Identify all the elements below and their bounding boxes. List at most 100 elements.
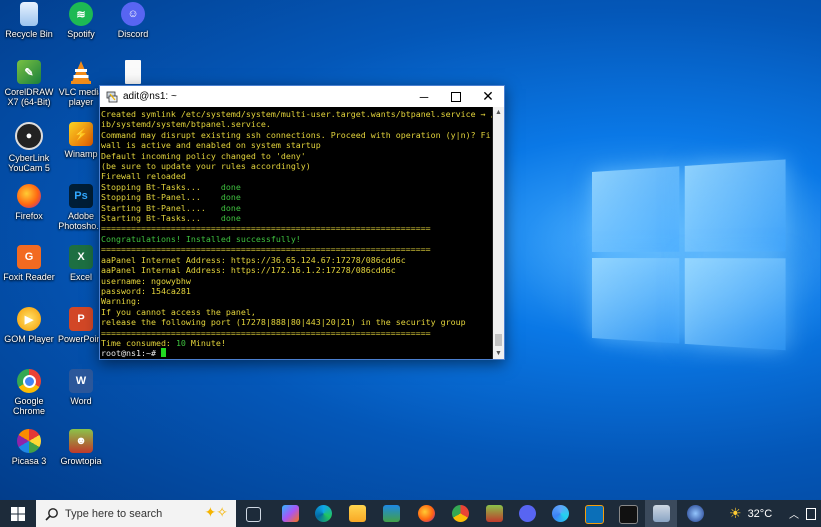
spotify-icon: ≋ [69, 2, 93, 26]
show-hidden-icons-button[interactable]: ︿ [789, 500, 799, 527]
putty-taskbar-icon [653, 505, 670, 522]
powerpoint-icon: P [69, 307, 93, 331]
chrome-icon [17, 369, 41, 393]
separator-line: ========================================… [101, 328, 492, 338]
output-line: ib/systemd/system/btpanel.service. [101, 119, 492, 129]
close-button[interactable]: ✕ [473, 86, 503, 107]
windows-logo-wallpaper [592, 159, 787, 352]
congrats-line: Congratulations! Installed successfully! [101, 234, 492, 244]
task-view-icon[interactable] [246, 507, 261, 522]
search-icon [45, 507, 59, 521]
putty-taskbar-button[interactable] [645, 500, 677, 527]
search-highlight-icon: ✦✧ [205, 504, 228, 521]
discord-taskbar-icon[interactable] [519, 505, 536, 522]
scroll-up-icon[interactable]: ▲ [493, 107, 504, 118]
time-line: Time consumed: 10 Minute! [101, 338, 492, 348]
app-taskbar-icon[interactable] [687, 505, 704, 522]
desktop-icon-growtopia[interactable]: ☻ Growtopia [53, 429, 109, 466]
taskbar: Type here to search ✦✧ ☀ 32°C ︿ [0, 500, 821, 527]
weather-temperature: 32°C [748, 508, 773, 520]
task-line: Stopping Bt-Panel... done [101, 192, 492, 202]
task-line: Stopping Bt-Tasks... done [101, 182, 492, 192]
vlc-cone-icon [69, 60, 93, 84]
output-line: (be sure to update your rules accordingl… [101, 161, 492, 171]
terminal-output[interactable]: Created symlink /etc/systemd/system/mult… [100, 107, 492, 359]
minimize-icon: ─ [420, 90, 429, 104]
desktop-icon-firefox[interactable]: Firefox [1, 184, 57, 221]
copilot-icon[interactable] [282, 505, 299, 522]
photoshop-icon: Ps [69, 184, 93, 208]
gom-player-icon: ▶ [17, 307, 41, 331]
terminal-window[interactable]: adit@ns1: ~ ─ ✕ Created symlink /etc/sys… [99, 85, 505, 360]
taskbar-search[interactable]: Type here to search ✦✧ [36, 500, 236, 527]
weather-widget[interactable]: ☀ 32°C [729, 500, 772, 527]
discord-icon: ☺ [121, 2, 145, 26]
firefox-taskbar-icon[interactable] [418, 505, 435, 522]
edge-icon[interactable] [315, 505, 332, 522]
maximize-button[interactable] [441, 86, 471, 107]
task-status: done [221, 192, 241, 202]
info-line: password: 154ca281 [101, 286, 492, 296]
foxit-icon: G [17, 245, 41, 269]
remote-desktop-icon[interactable] [585, 505, 604, 524]
info-line: Warning: [101, 296, 492, 306]
prompt-line[interactable]: root@ns1:~# [101, 348, 492, 358]
desktop-icon-gom-player[interactable]: ▶ GOM Player [1, 307, 57, 344]
picasa-icon [17, 429, 41, 453]
output-line: Command may disrupt existing ssh connect… [101, 130, 492, 140]
chrome-taskbar-icon[interactable] [452, 505, 469, 522]
desktop-icon-coreldraw[interactable]: ✎ CorelDRAW X7 (64-Bit) [1, 60, 57, 107]
network-tray-button[interactable] [806, 500, 816, 527]
file-explorer-icon[interactable] [349, 505, 366, 522]
output-line: Default incoming policy changed to 'deny… [101, 151, 492, 161]
task-line: Starting Bt-Tasks... done [101, 213, 492, 223]
task-status: done [221, 213, 241, 223]
terminal-taskbar-icon[interactable] [619, 505, 638, 524]
desktop-icon-discord[interactable]: ☺ Discord [105, 2, 161, 39]
text-cursor [161, 348, 166, 357]
word-icon: W [69, 369, 93, 393]
scroll-down-icon[interactable]: ▼ [493, 348, 504, 359]
close-icon: ✕ [482, 88, 494, 105]
desktop-icon-foxit[interactable]: G Foxit Reader [1, 245, 57, 282]
output-line: wall is active and enabled on system sta… [101, 140, 492, 150]
recycle-bin-icon [20, 2, 38, 26]
desktop-icon-document[interactable] [105, 60, 161, 87]
terminal-scrollbar[interactable]: ▲ ▼ [493, 107, 504, 359]
search-placeholder: Type here to search [65, 508, 162, 520]
growtopia-icon: ☻ [69, 429, 93, 453]
task-status: done [221, 203, 241, 213]
task-status: done [221, 182, 241, 192]
output-line: Firewall reloaded [101, 171, 492, 181]
info-line: If you cannot access the panel, [101, 307, 492, 317]
windows-start-icon [11, 507, 25, 521]
firefox-icon [17, 184, 41, 208]
winamp-bolt-icon: ⚡ [69, 122, 93, 146]
start-button[interactable] [0, 500, 36, 527]
scrollbar-thumb[interactable] [495, 334, 502, 346]
edge-dev-icon[interactable] [552, 505, 569, 522]
separator-line: ========================================… [101, 244, 492, 254]
desktop-icon-spotify[interactable]: ≋ Spotify [53, 2, 109, 39]
terminal-titlebar[interactable]: adit@ns1: ~ ─ ✕ [100, 86, 504, 107]
terminal-title: adit@ns1: ~ [123, 91, 177, 102]
microsoft-store-icon[interactable] [383, 505, 400, 522]
coreldraw-icon: ✎ [17, 60, 41, 84]
weather-sun-icon: ☀ [729, 505, 742, 522]
desktop-icon-word[interactable]: W Word [53, 369, 109, 406]
output-line: Created symlink /etc/systemd/system/mult… [101, 109, 492, 119]
separator-line: ========================================… [101, 223, 492, 233]
network-icon [806, 508, 816, 520]
document-icon [125, 60, 141, 84]
desktop-icon-picasa[interactable]: Picasa 3 [1, 429, 57, 466]
maximize-icon [451, 92, 461, 102]
desktop-icon-youcam[interactable]: ● CyberLink YouCam 5 [1, 122, 57, 173]
webcam-icon: ● [15, 122, 43, 150]
minimize-button[interactable]: ─ [409, 86, 439, 107]
desktop-icon-chrome[interactable]: Google Chrome [1, 369, 57, 416]
growtopia-taskbar-icon[interactable] [486, 505, 503, 522]
putty-icon [106, 91, 118, 103]
desktop-icon-recycle-bin[interactable]: Recycle Bin [1, 2, 57, 39]
info-line: aaPanel Internal Address: https://172.16… [101, 265, 492, 275]
chevron-up-icon: ︿ [789, 506, 799, 521]
